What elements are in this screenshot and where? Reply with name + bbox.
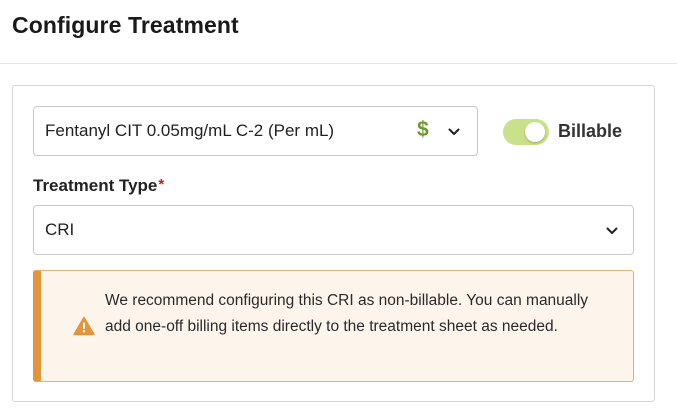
billable-label: Billable — [558, 121, 623, 141]
required-marker: * — [158, 176, 165, 193]
treatment-type-value: CRI — [45, 220, 75, 239]
billing-recommendation-alert: We recommend configuring this CRI as non… — [33, 270, 634, 382]
product-select[interactable]: Fentanyl CIT 0.05mg/mL C-2 (Per mL) $ — [33, 106, 478, 156]
page-header: Configure Treatment — [0, 0, 677, 64]
treatment-type-select[interactable]: CRI — [33, 205, 634, 255]
treatment-type-label: Treatment Type* — [33, 176, 164, 196]
chevron-down-icon — [606, 227, 618, 234]
alert-message: We recommend configuring this CRI as non… — [105, 292, 589, 335]
product-select-value: Fentanyl CIT 0.05mg/mL C-2 (Per mL) — [45, 121, 335, 140]
page-title: Configure Treatment — [12, 12, 239, 38]
billable-toggle[interactable] — [503, 119, 549, 145]
warning-icon — [73, 316, 95, 336]
chevron-down-icon — [448, 128, 460, 135]
dollar-icon: $ — [417, 118, 429, 141]
treatment-type-label-text: Treatment Type — [33, 176, 158, 195]
toggle-knob — [525, 122, 545, 142]
